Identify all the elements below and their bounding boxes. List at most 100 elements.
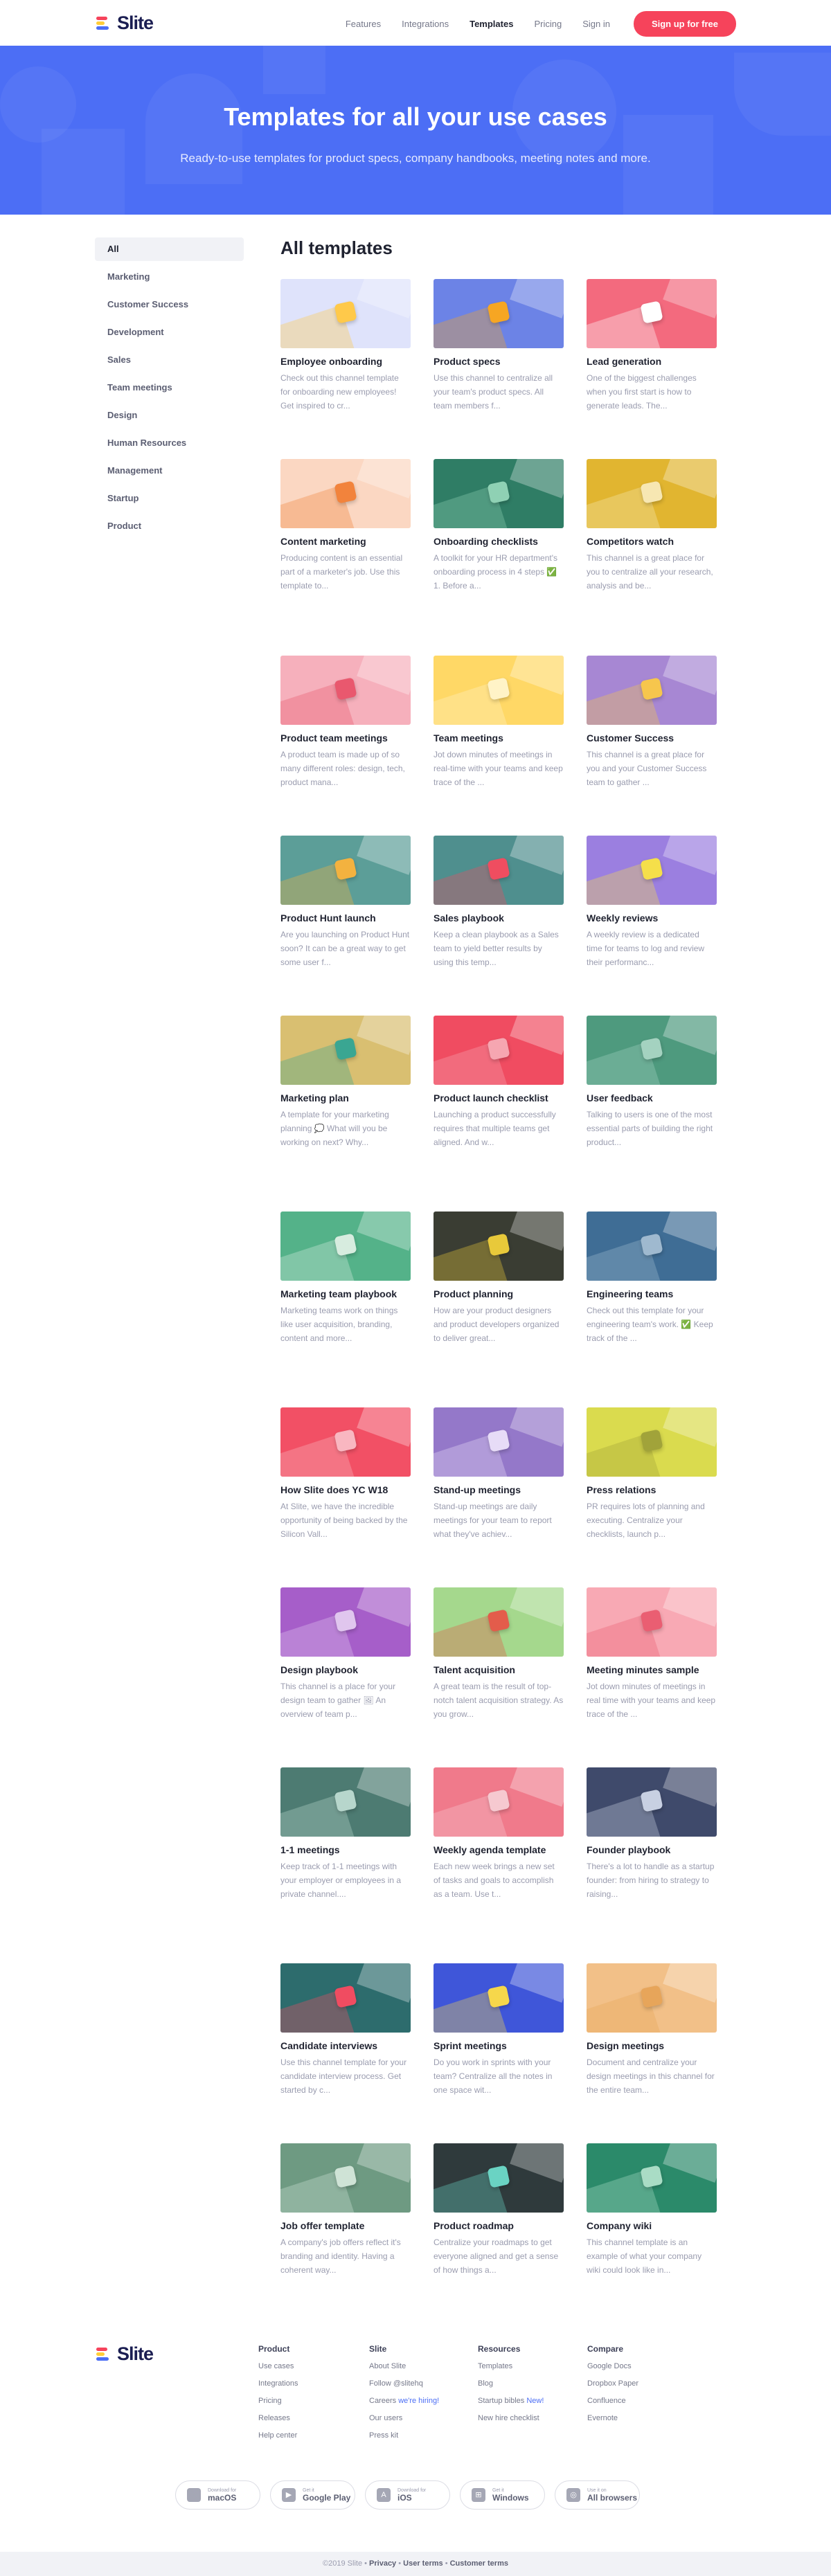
template-card-meeting-minutes-sample[interactable]: Meeting minutes sample Jot down minutes o… (587, 1587, 717, 1721)
template-title[interactable]: User feedback (587, 1092, 717, 1104)
download-all-browsers-button[interactable]: ◎ Use it on All browsers (555, 2480, 640, 2510)
template-title[interactable]: Job offer template (280, 2220, 411, 2231)
template-title[interactable]: Product Hunt launch (280, 912, 411, 924)
sidebar-item-customer-success[interactable]: Customer Success (95, 293, 244, 316)
template-thumbnail[interactable] (280, 836, 411, 905)
footer-link-startup-bibles[interactable]: Startup bibles New! (478, 2393, 582, 2410)
privacy-link[interactable]: Privacy (369, 2559, 396, 2568)
template-thumbnail[interactable] (587, 1016, 717, 1085)
template-card-candidate-interviews[interactable]: Candidate interviews Use this channel tem… (280, 1963, 411, 2097)
template-card-design-meetings[interactable]: Design meetings Document and centralize y… (587, 1963, 717, 2097)
template-card-weekly-reviews[interactable]: Weekly reviews A weekly review is a dedic… (587, 836, 717, 969)
template-card-product-specs[interactable]: Product specs Use this channel to central… (434, 279, 564, 413)
template-title[interactable]: Employee onboarding (280, 356, 411, 367)
sidebar-item-development[interactable]: Development (95, 321, 244, 344)
sidebar-item-team-meetings[interactable]: Team meetings (95, 376, 244, 399)
template-title[interactable]: Onboarding checklists (434, 536, 564, 547)
template-card-engineering-teams[interactable]: Engineering teams Check out this template… (587, 1212, 717, 1345)
template-title[interactable]: Design meetings (587, 2040, 717, 2051)
template-title[interactable]: Weekly reviews (587, 912, 717, 924)
template-thumbnail[interactable] (280, 656, 411, 725)
sidebar-item-startup[interactable]: Startup (95, 487, 244, 510)
template-card-weekly-agenda-template[interactable]: Weekly agenda template Each new week brin… (434, 1767, 564, 1901)
template-thumbnail[interactable] (434, 1212, 564, 1281)
template-title[interactable]: 1-1 meetings (280, 1844, 411, 1855)
nav-link-sign-in[interactable]: Sign in (582, 19, 610, 29)
template-title[interactable]: Founder playbook (587, 1844, 717, 1855)
footer-link-blog[interactable]: Blog (478, 2375, 582, 2393)
template-thumbnail[interactable] (434, 656, 564, 725)
footer-link-careers[interactable]: Careers we're hiring! (369, 2393, 473, 2410)
template-title[interactable]: Candidate interviews (280, 2040, 411, 2051)
download-windows-button[interactable]: ⊞ Get it Windows (460, 2480, 545, 2510)
template-thumbnail[interactable] (280, 1587, 411, 1657)
download-google-play-button[interactable]: ▶ Get it Google Play (270, 2480, 355, 2510)
template-title[interactable]: Competitors watch (587, 536, 717, 547)
template-card-founder-playbook[interactable]: Founder playbook There's a lot to handle … (587, 1767, 717, 1901)
template-thumbnail[interactable] (280, 1212, 411, 1281)
footer-link-releases[interactable]: Releases (258, 2410, 362, 2427)
template-card-marketing-team-playbook[interactable]: Marketing team playbook Marketing teams w… (280, 1212, 411, 1345)
footer-link-follow-slitehq[interactable]: Follow @slitehq (369, 2375, 473, 2393)
template-card-team-meetings[interactable]: Team meetings Jot down minutes of meeting… (434, 656, 564, 789)
template-title[interactable]: Marketing plan (280, 1092, 411, 1104)
template-title[interactable]: Company wiki (587, 2220, 717, 2231)
footer-link-templates[interactable]: Templates (478, 2358, 582, 2375)
template-title[interactable]: Lead generation (587, 356, 717, 367)
template-thumbnail[interactable] (280, 279, 411, 348)
template-card-design-playbook[interactable]: Design playbook This channel is a place f… (280, 1587, 411, 1721)
template-card-content-marketing[interactable]: Content marketing Producing content is an… (280, 459, 411, 593)
template-thumbnail[interactable] (434, 1963, 564, 2033)
sidebar-item-sales[interactable]: Sales (95, 348, 244, 372)
template-title[interactable]: Sales playbook (434, 912, 564, 924)
template-card-job-offer-template[interactable]: Job offer template A company's job offers… (280, 2143, 411, 2277)
template-card-product-team-meetings[interactable]: Product team meetings A product team is m… (280, 656, 411, 789)
template-title[interactable]: Product roadmap (434, 2220, 564, 2231)
template-thumbnail[interactable] (434, 459, 564, 528)
template-thumbnail[interactable] (587, 1767, 717, 1837)
template-card-user-feedback[interactable]: User feedback Talking to users is one of … (587, 1016, 717, 1149)
template-thumbnail[interactable] (434, 1767, 564, 1837)
template-card-sales-playbook[interactable]: Sales playbook Keep a clean playbook as a… (434, 836, 564, 969)
template-title[interactable]: Design playbook (280, 1664, 411, 1675)
sign-up-button[interactable]: Sign up for free (633, 11, 736, 37)
template-card-product-hunt-launch[interactable]: Product Hunt launch Are you launching on … (280, 836, 411, 969)
template-title[interactable]: Product team meetings (280, 732, 411, 744)
template-title[interactable]: Talent acquisition (434, 1664, 564, 1675)
template-thumbnail[interactable] (587, 459, 717, 528)
footer-link-help-center[interactable]: Help center (258, 2427, 362, 2444)
nav-link-integrations[interactable]: Integrations (402, 19, 449, 29)
template-thumbnail[interactable] (587, 1963, 717, 2033)
template-card-talent-acquisition[interactable]: Talent acquisition A great team is the re… (434, 1587, 564, 1721)
template-card-product-planning[interactable]: Product planning How are your product des… (434, 1212, 564, 1345)
sidebar-item-all[interactable]: All (95, 237, 244, 261)
footer-link-evernote[interactable]: Evernote (587, 2410, 691, 2427)
download-ios-button[interactable]: A Download for iOS (365, 2480, 450, 2510)
template-card-sprint-meetings[interactable]: Sprint meetings Do you work in sprints wi… (434, 1963, 564, 2097)
nav-link-templates[interactable]: Templates (470, 19, 513, 29)
template-title[interactable]: Customer Success (587, 732, 717, 744)
template-title[interactable]: Engineering teams (587, 1288, 717, 1299)
template-title[interactable]: Product specs (434, 356, 564, 367)
nav-link-features[interactable]: Features (346, 19, 381, 29)
template-card-competitors-watch[interactable]: Competitors watch This channel is a great… (587, 459, 717, 593)
footer-link-integrations[interactable]: Integrations (258, 2375, 362, 2393)
customer-terms-link[interactable]: Customer terms (450, 2559, 508, 2568)
sidebar-item-marketing[interactable]: Marketing (95, 265, 244, 289)
footer-link-about-slite[interactable]: About Slite (369, 2358, 473, 2375)
template-card-lead-generation[interactable]: Lead generation One of the biggest challe… (587, 279, 717, 413)
template-title[interactable]: Stand-up meetings (434, 1484, 564, 1495)
footer-link-use-cases[interactable]: Use cases (258, 2358, 362, 2375)
template-card-onboarding-checklists[interactable]: Onboarding checklists A toolkit for your … (434, 459, 564, 593)
template-card-1-1-meetings[interactable]: 1-1 meetings Keep track of 1-1 meetings w… (280, 1767, 411, 1901)
template-title[interactable]: Press relations (587, 1484, 717, 1495)
template-thumbnail[interactable] (280, 1963, 411, 2033)
template-card-press-relations[interactable]: Press relations PR requires lots of plann… (587, 1407, 717, 1541)
template-title[interactable]: Team meetings (434, 732, 564, 744)
template-card-company-wiki[interactable]: Company wiki This channel template is an … (587, 2143, 717, 2277)
template-thumbnail[interactable] (587, 2143, 717, 2213)
footer-link-confluence[interactable]: Confluence (587, 2393, 691, 2410)
sidebar-item-design[interactable]: Design (95, 404, 244, 427)
template-title[interactable]: Product launch checklist (434, 1092, 564, 1104)
sidebar-item-product[interactable]: Product (95, 514, 244, 538)
